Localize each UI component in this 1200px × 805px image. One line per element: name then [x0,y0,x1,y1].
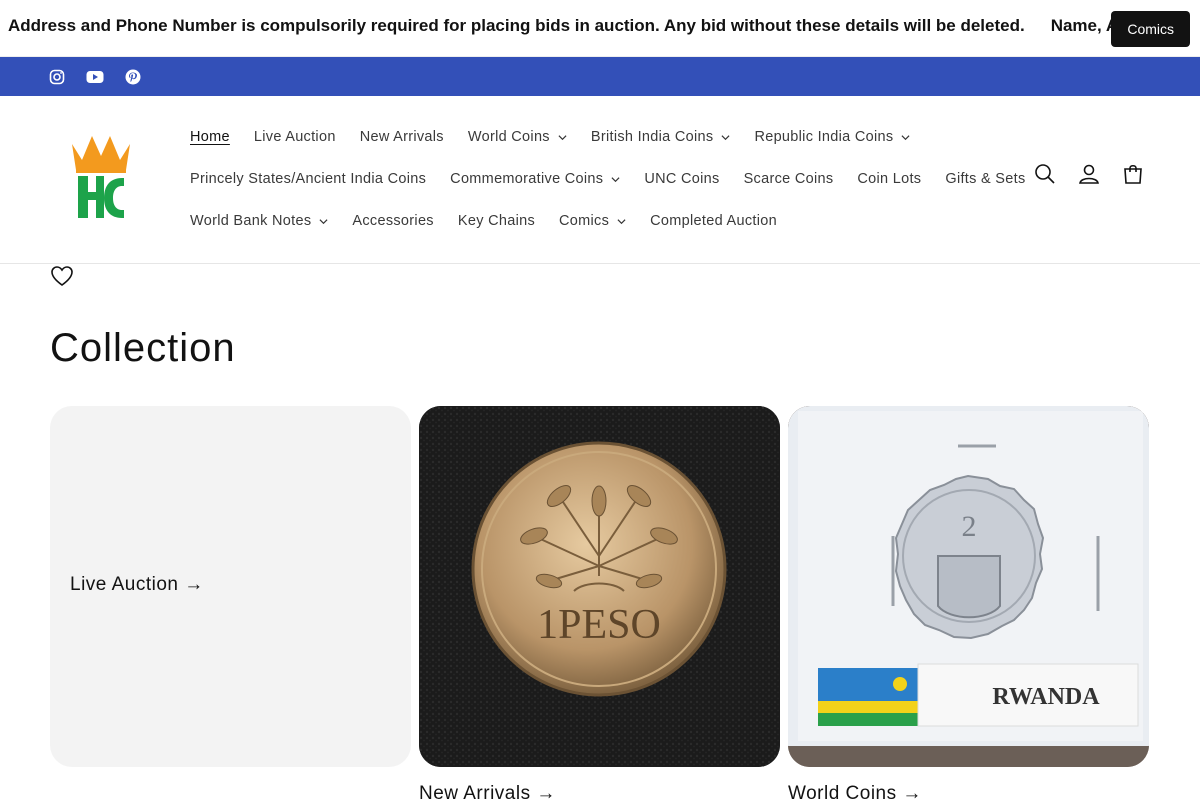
nav-scarce-coins-label: Scarce Coins [743,171,834,187]
collection-card-live-auction[interactable]: Live Auction → [50,406,411,805]
header-icons [1034,163,1144,185]
nav-world-coins-label: World Coins [467,129,550,145]
nav-row-2: Princely States/Ancient India Coins Comm… [178,158,1025,200]
nav-home-label: Home [190,129,230,145]
nav-gifts-sets-label: Gifts & Sets [945,171,1026,187]
site-logo[interactable] [66,130,136,222]
coin-text-rwanda: RWANDA [992,684,1100,710]
main-nav: Home Live Auction New Arrivals World Coi… [178,116,1025,242]
collection-grid: Live Auction → 1PESO New Arrivals → 2 RW… [50,406,1150,805]
nav-unc-coins[interactable]: UNC Coins [632,171,731,187]
nav-row-3: World Bank Notes Accessories Key Chains … [178,200,1008,242]
nav-gifts-sets[interactable]: Gifts & Sets [933,171,1037,187]
nav-accessories-label: Accessories [352,213,434,229]
nav-british-india-coins[interactable]: British India Coins [579,129,743,145]
card-placeholder: Live Auction → [50,406,411,767]
comics-button[interactable]: Comics [1111,11,1190,47]
nav-world-bank-notes-label: World Bank Notes [190,213,312,229]
nav-republic-india-coins[interactable]: Republic India Coins [742,129,922,145]
chevron-down-icon [319,218,328,224]
chevron-down-icon [611,176,620,182]
nav-key-chains[interactable]: Key Chains [446,213,547,229]
nav-commemorative-coins-label: Commemorative Coins [450,171,604,187]
card-image-peso-coin: 1PESO [419,406,780,767]
social-bar [0,57,1200,96]
wishlist-heart-icon[interactable] [50,264,74,288]
chevron-down-icon [721,134,730,140]
nav-republic-india-coins-label: Republic India Coins [754,129,894,145]
nav-accessories[interactable]: Accessories [340,213,445,229]
instagram-icon[interactable] [48,68,66,86]
collection-card-new-arrivals[interactable]: 1PESO New Arrivals → [419,406,780,805]
card-label-live-auction[interactable]: Live Auction → [70,574,204,596]
chevron-down-icon [901,134,910,140]
nav-princely-states[interactable]: Princely States/Ancient India Coins [178,171,438,187]
collection-card-world-coins[interactable]: 2 RWANDA World Coins → [788,406,1149,805]
search-icon[interactable] [1034,163,1056,185]
pinterest-icon[interactable] [124,68,142,86]
nav-comics-label: Comics [559,213,610,229]
card-label-world-coins[interactable]: World Coins → [788,783,1149,805]
chevron-down-icon [617,218,626,224]
svg-text:2: 2 [962,510,977,543]
coin-text-peso: 1PESO [537,602,661,648]
nav-coin-lots-label: Coin Lots [857,171,922,187]
collection-title: Collection [50,326,236,370]
nav-world-coins[interactable]: World Coins [456,129,579,145]
card-label-new-arrivals[interactable]: New Arrivals → [419,783,780,805]
nav-live-auction[interactable]: Live Auction [242,129,348,145]
nav-new-arrivals-label: New Arrivals [359,129,444,145]
nav-world-bank-notes[interactable]: World Bank Notes [178,213,340,229]
nav-completed-auction-label: Completed Auction [650,213,777,229]
nav-home[interactable]: Home [178,129,242,145]
cart-icon[interactable] [1122,163,1144,185]
account-icon[interactable] [1078,163,1100,185]
nav-british-india-coins-label: British India Coins [590,129,714,145]
nav-princely-states-label: Princely States/Ancient India Coins [190,171,427,187]
youtube-icon[interactable] [86,68,104,86]
announcement-bar: Address and Phone Number is compulsorily… [0,0,1200,57]
nav-row-1: Home Live Auction New Arrivals World Coi… [178,116,1008,158]
announcement-text: Address and Phone Number is compulsorily… [8,16,1025,35]
nav-live-auction-label: Live Auction [253,129,336,145]
chevron-down-icon [558,134,567,140]
nav-coin-lots[interactable]: Coin Lots [845,171,933,187]
nav-unc-coins-label: UNC Coins [644,171,720,187]
nav-comics[interactable]: Comics [547,213,638,229]
nav-scarce-coins[interactable]: Scarce Coins [732,171,846,187]
nav-commemorative-coins[interactable]: Commemorative Coins [438,171,632,187]
nav-completed-auction[interactable]: Completed Auction [638,213,789,229]
site-header: Home Live Auction New Arrivals World Coi… [0,96,1200,264]
nav-key-chains-label: Key Chains [457,213,536,229]
card-image-rwanda-coin: 2 RWANDA [788,406,1149,767]
announcement-marquee: Address and Phone Number is compulsorily… [8,16,1128,36]
nav-new-arrivals[interactable]: New Arrivals [348,129,456,145]
